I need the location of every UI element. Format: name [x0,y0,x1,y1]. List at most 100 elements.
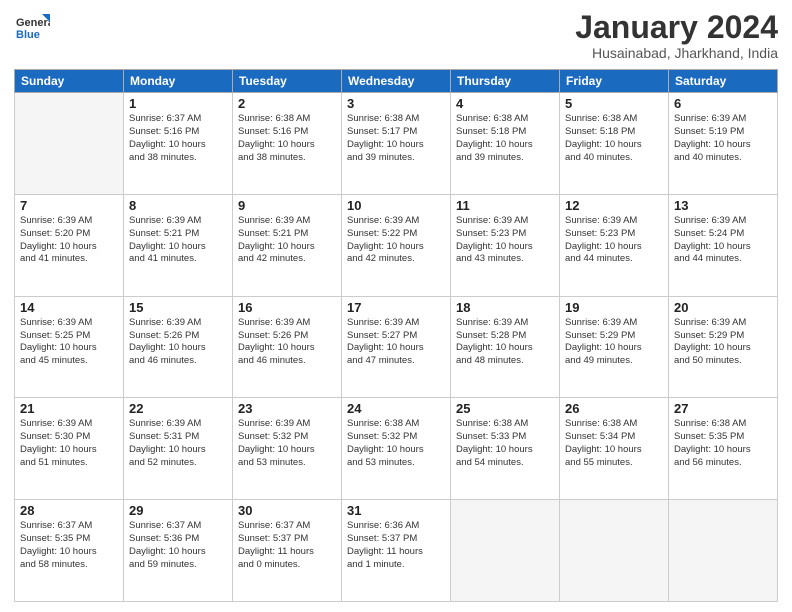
day-number: 26 [565,401,663,416]
day-info: Sunrise: 6:39 AM Sunset: 5:28 PM Dayligh… [456,317,554,368]
day-number: 30 [238,503,336,518]
day-number: 9 [238,198,336,213]
day-number: 29 [129,503,227,518]
calendar-cell: 29 Sunrise: 6:37 AM Sunset: 5:36 PM Dayli… [124,500,233,602]
svg-text:General: General [16,17,50,29]
month-title: January 2024 [575,10,778,45]
day-info: Sunrise: 6:39 AM Sunset: 5:30 PM Dayligh… [20,418,118,469]
day-info: Sunrise: 6:37 AM Sunset: 5:37 PM Dayligh… [238,520,336,571]
calendar-cell [669,500,778,602]
calendar-cell: 19Sunrise: 6:39 AM Sunset: 5:29 PM Dayli… [560,296,669,398]
day-number: 31 [347,503,445,518]
day-info: Sunrise: 6:38 AM Sunset: 5:18 PM Dayligh… [565,113,663,164]
day-info: Sunrise: 6:39 AM Sunset: 5:24 PM Dayligh… [674,215,772,266]
calendar-week-2: 7 Sunrise: 6:39 AM Sunset: 5:20 PM Daylig… [15,194,778,296]
day-number: 19 [565,300,663,315]
day-info: Sunrise: 6:39 AM Sunset: 5:23 PM Dayligh… [565,215,663,266]
day-number: 5 [565,96,663,111]
day-number: 28 [20,503,118,518]
calendar-table: SundayMondayTuesdayWednesdayThursdayFrid… [14,69,778,602]
day-number: 21 [20,401,118,416]
day-info: Sunrise: 6:39 AM Sunset: 5:25 PM Dayligh… [20,317,118,368]
day-info: Sunrise: 6:39 AM Sunset: 5:22 PM Dayligh… [347,215,445,266]
day-number: 4 [456,96,554,111]
calendar-cell: 28 Sunrise: 6:37 AM Sunset: 5:35 PM Dayli… [15,500,124,602]
day-number: 20 [674,300,772,315]
calendar-dow-wednesday: Wednesday [342,70,451,93]
calendar-cell [15,93,124,195]
calendar-cell: 22 Sunrise: 6:39 AM Sunset: 5:31 PM Dayli… [124,398,233,500]
day-info: Sunrise: 6:37 AM Sunset: 5:36 PM Dayligh… [129,520,227,571]
day-info: Sunrise: 6:39 AM Sunset: 5:32 PM Dayligh… [238,418,336,469]
day-number: 2 [238,96,336,111]
svg-text:Blue: Blue [16,29,40,41]
calendar-week-4: 21 Sunrise: 6:39 AM Sunset: 5:30 PM Dayli… [15,398,778,500]
day-number: 14 [20,300,118,315]
calendar-cell [560,500,669,602]
calendar-week-3: 14 Sunrise: 6:39 AM Sunset: 5:25 PM Dayli… [15,296,778,398]
day-info: Sunrise: 6:37 AM Sunset: 5:35 PM Dayligh… [20,520,118,571]
day-info: Sunrise: 6:39 AM Sunset: 5:31 PM Dayligh… [129,418,227,469]
calendar-dow-thursday: Thursday [451,70,560,93]
calendar-cell: 30 Sunrise: 6:37 AM Sunset: 5:37 PM Dayli… [233,500,342,602]
day-number: 11 [456,198,554,213]
calendar-cell: 12 Sunrise: 6:39 AM Sunset: 5:23 PM Dayli… [560,194,669,296]
day-info: Sunrise: 6:38 AM Sunset: 5:32 PM Dayligh… [347,418,445,469]
calendar-cell: 31Sunrise: 6:36 AM Sunset: 5:37 PM Dayli… [342,500,451,602]
day-number: 22 [129,401,227,416]
logo-icon: General Blue [14,10,50,46]
calendar-cell: 17 Sunrise: 6:39 AM Sunset: 5:27 PM Dayli… [342,296,451,398]
day-number: 3 [347,96,445,111]
day-number: 7 [20,198,118,213]
day-number: 27 [674,401,772,416]
calendar-cell: 13Sunrise: 6:39 AM Sunset: 5:24 PM Dayli… [669,194,778,296]
day-number: 17 [347,300,445,315]
day-info: Sunrise: 6:39 AM Sunset: 5:26 PM Dayligh… [238,317,336,368]
calendar-cell: 24 Sunrise: 6:38 AM Sunset: 5:32 PM Dayli… [342,398,451,500]
day-info: Sunrise: 6:38 AM Sunset: 5:18 PM Dayligh… [456,113,554,164]
day-info: Sunrise: 6:38 AM Sunset: 5:16 PM Dayligh… [238,113,336,164]
header: General Blue January 2024 Husainabad, Jh… [14,10,778,61]
calendar-dow-tuesday: Tuesday [233,70,342,93]
calendar-week-1: 1 Sunrise: 6:37 AM Sunset: 5:16 PM Daylig… [15,93,778,195]
calendar-header-row: SundayMondayTuesdayWednesdayThursdayFrid… [15,70,778,93]
calendar-cell: 6Sunrise: 6:39 AM Sunset: 5:19 PM Daylig… [669,93,778,195]
calendar-cell: 23 Sunrise: 6:39 AM Sunset: 5:32 PM Dayli… [233,398,342,500]
day-info: Sunrise: 6:39 AM Sunset: 5:21 PM Dayligh… [129,215,227,266]
calendar-cell: 18Sunrise: 6:39 AM Sunset: 5:28 PM Dayli… [451,296,560,398]
calendar-cell: 27 Sunrise: 6:38 AM Sunset: 5:35 PM Dayli… [669,398,778,500]
calendar-cell: 2 Sunrise: 6:38 AM Sunset: 5:16 PM Daylig… [233,93,342,195]
day-number: 25 [456,401,554,416]
logo: General Blue [14,10,50,46]
calendar-week-5: 28 Sunrise: 6:37 AM Sunset: 5:35 PM Dayli… [15,500,778,602]
day-info: Sunrise: 6:38 AM Sunset: 5:35 PM Dayligh… [674,418,772,469]
day-info: Sunrise: 6:37 AM Sunset: 5:16 PM Dayligh… [129,113,227,164]
calendar-cell: 14 Sunrise: 6:39 AM Sunset: 5:25 PM Dayli… [15,296,124,398]
title-block: January 2024 Husainabad, Jharkhand, Indi… [575,10,778,61]
day-number: 10 [347,198,445,213]
day-number: 23 [238,401,336,416]
calendar-cell: 20Sunrise: 6:39 AM Sunset: 5:29 PM Dayli… [669,296,778,398]
day-info: Sunrise: 6:39 AM Sunset: 5:20 PM Dayligh… [20,215,118,266]
calendar-cell: 25 Sunrise: 6:38 AM Sunset: 5:33 PM Dayli… [451,398,560,500]
calendar-dow-sunday: Sunday [15,70,124,93]
calendar-cell: 21 Sunrise: 6:39 AM Sunset: 5:30 PM Dayli… [15,398,124,500]
day-info: Sunrise: 6:38 AM Sunset: 5:17 PM Dayligh… [347,113,445,164]
calendar-cell: 3 Sunrise: 6:38 AM Sunset: 5:17 PM Daylig… [342,93,451,195]
calendar-cell: 10 Sunrise: 6:39 AM Sunset: 5:22 PM Dayli… [342,194,451,296]
location: Husainabad, Jharkhand, India [575,45,778,61]
calendar-cell: 7 Sunrise: 6:39 AM Sunset: 5:20 PM Daylig… [15,194,124,296]
day-info: Sunrise: 6:39 AM Sunset: 5:23 PM Dayligh… [456,215,554,266]
calendar-cell: 4 Sunrise: 6:38 AM Sunset: 5:18 PM Daylig… [451,93,560,195]
day-number: 24 [347,401,445,416]
day-number: 12 [565,198,663,213]
page: General Blue January 2024 Husainabad, Jh… [0,0,792,612]
calendar-cell: 15Sunrise: 6:39 AM Sunset: 5:26 PM Dayli… [124,296,233,398]
calendar-cell: 1 Sunrise: 6:37 AM Sunset: 5:16 PM Daylig… [124,93,233,195]
day-info: Sunrise: 6:39 AM Sunset: 5:19 PM Dayligh… [674,113,772,164]
day-info: Sunrise: 6:39 AM Sunset: 5:27 PM Dayligh… [347,317,445,368]
day-info: Sunrise: 6:38 AM Sunset: 5:33 PM Dayligh… [456,418,554,469]
day-info: Sunrise: 6:39 AM Sunset: 5:21 PM Dayligh… [238,215,336,266]
day-number: 1 [129,96,227,111]
day-info: Sunrise: 6:39 AM Sunset: 5:26 PM Dayligh… [129,317,227,368]
